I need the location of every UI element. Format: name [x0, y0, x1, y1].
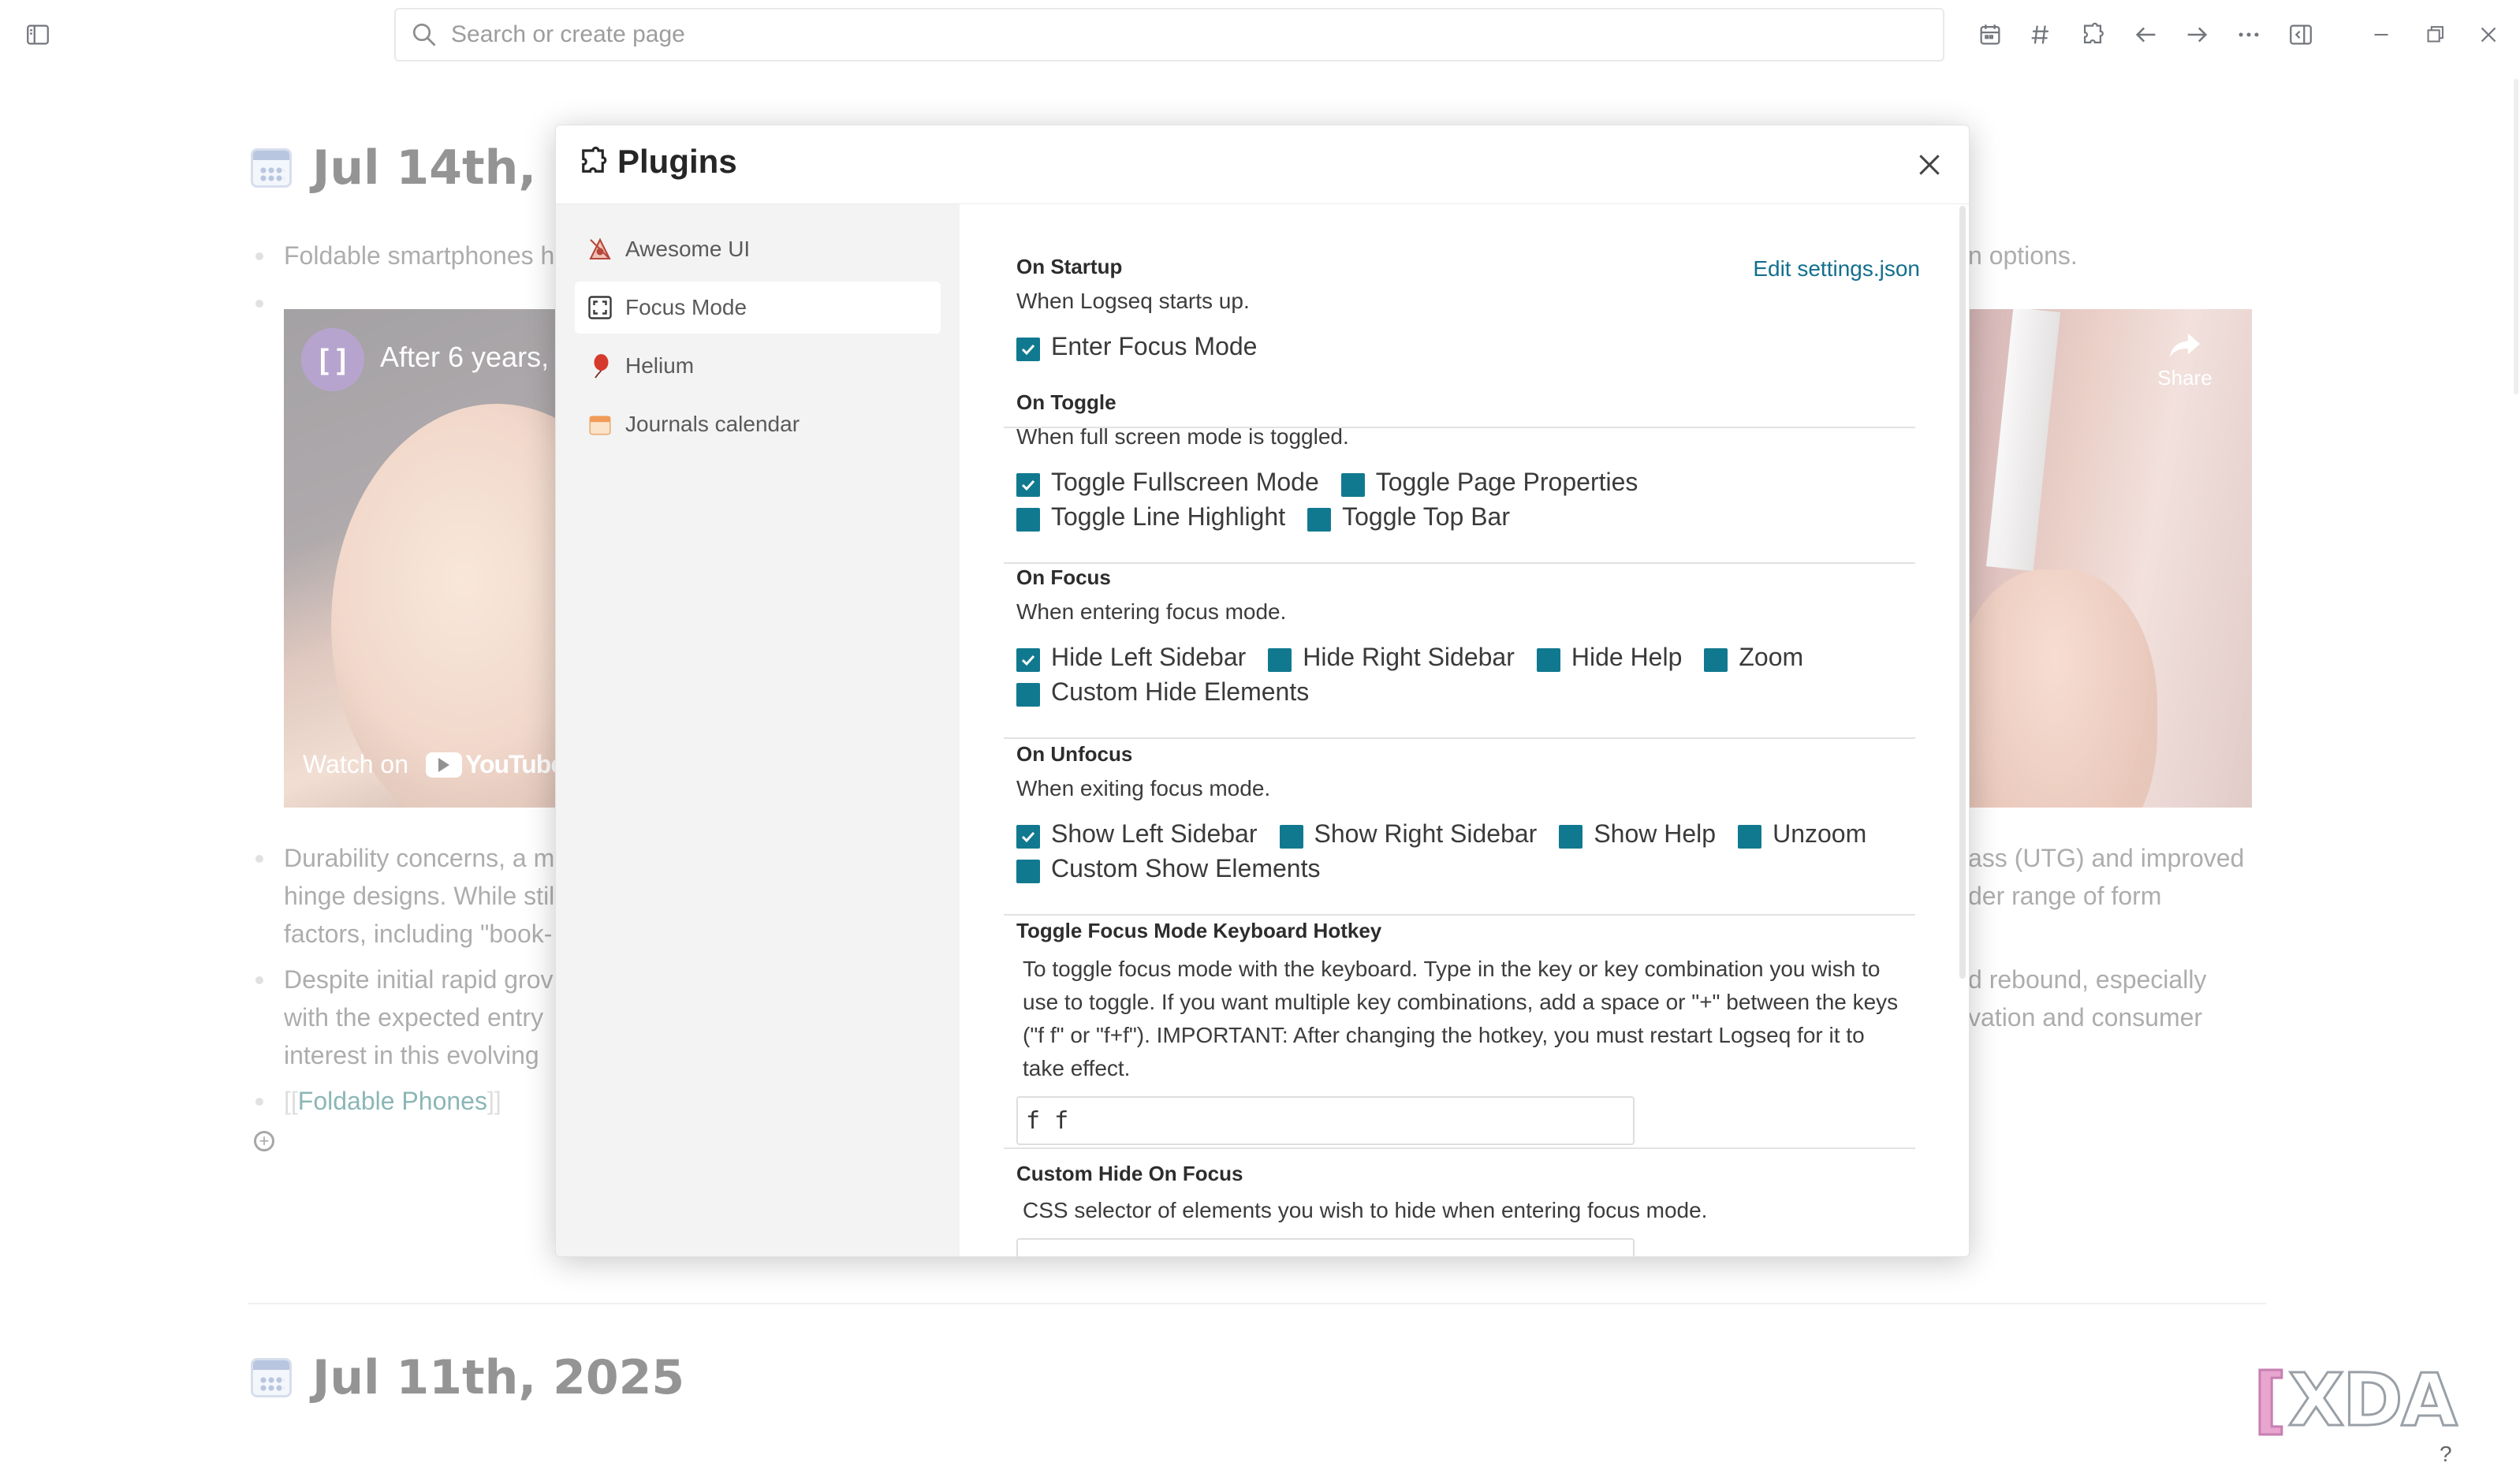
calendar-icon [584, 409, 616, 440]
sidebar-item-focus-mode[interactable]: Focus Mode [575, 282, 941, 334]
checkbox-hide-right-sidebar[interactable]: Hide Right Sidebar [1268, 642, 1515, 672]
check-icon [1021, 831, 1035, 843]
checkbox-hide-help[interactable]: Hide Help [1536, 642, 1682, 672]
section-on-focus: On Focus When entering focus mode. Hide … [1004, 565, 1915, 739]
plugin-list-sidebar: Awesome UI Focus Mode Helium Journals ca… [556, 204, 960, 1256]
balloon-icon [584, 350, 616, 382]
checkbox-toggle-fullscreen-mode[interactable]: Toggle Fullscreen Mode [1016, 467, 1319, 497]
hotkey-input[interactable] [1016, 1096, 1635, 1145]
section-description: To toggle focus mode with the keyboard. … [1023, 957, 1899, 1080]
section-description: When Logseq starts up. [1016, 289, 1250, 313]
checkbox-toggle-page-properties[interactable]: Toggle Page Properties [1340, 467, 1638, 497]
focus-frame-icon [584, 292, 616, 323]
custom-hide-input[interactable] [1016, 1238, 1635, 1256]
close-icon [1919, 155, 1940, 175]
checkbox-checked[interactable] [1016, 338, 1040, 361]
section-on-unfocus: On Unfocus When exiting focus mode. Show… [1004, 742, 1915, 916]
sidebar-item-helium[interactable]: Helium [575, 340, 941, 392]
settings-scrollbar[interactable] [1959, 206, 1966, 979]
checkbox-toggle-top-bar[interactable]: Toggle Top Bar [1307, 502, 1510, 532]
checkbox-enter-focus-mode[interactable]: Enter Focus Mode [1016, 331, 1257, 361]
plugin-settings-panel: Edit settings.json On Startup When Logse… [960, 204, 1969, 1256]
help-button[interactable]: ? [2440, 1442, 2452, 1467]
modal-header: Plugins [556, 125, 1969, 204]
checkbox-hide-left-sidebar[interactable]: Hide Left Sidebar [1016, 642, 1246, 672]
puzzle-icon [582, 146, 607, 173]
xda-watermark-logo: [XDA [2252, 1356, 2458, 1443]
close-modal-button[interactable] [1909, 144, 1950, 185]
section-custom-hide-on-focus: Custom Hide On Focus CSS selector of ele… [1016, 1162, 1915, 1256]
check-icon [1021, 655, 1035, 666]
checkbox-custom-hide-elements[interactable]: Custom Hide Elements [1016, 677, 1309, 707]
checkbox-show-help[interactable]: Show Help [1559, 819, 1716, 849]
awesome-ui-icon [584, 233, 616, 265]
sidebar-item-awesome-ui[interactable]: Awesome UI [575, 223, 941, 275]
checkbox-show-left-sidebar[interactable]: Show Left Sidebar [1016, 819, 1258, 849]
checkbox-zoom[interactable]: Zoom [1704, 642, 1803, 672]
checkbox-show-right-sidebar[interactable]: Show Right Sidebar [1279, 819, 1537, 849]
checkbox-toggle-line-highlight[interactable]: Toggle Line Highlight [1016, 502, 1285, 532]
check-icon [1021, 344, 1035, 356]
plugins-settings-modal: Plugins Awesome UI Focus Mode Helium Jou… [555, 125, 1970, 1257]
sidebar-item-journals-calendar[interactable]: Journals calendar [575, 398, 941, 450]
check-icon [1021, 479, 1035, 491]
modal-title: Plugins [576, 143, 737, 181]
section-hotkey: Toggle Focus Mode Keyboard Hotkey To tog… [1004, 919, 1915, 1149]
checkbox-unzoom[interactable]: Unzoom [1738, 819, 1866, 849]
section-title: On Startup [1016, 255, 1123, 278]
checkbox-custom-show-elements[interactable]: Custom Show Elements [1016, 853, 1320, 883]
section-on-startup: On Startup When Logseq starts up. Enter … [1004, 255, 1915, 428]
section-on-toggle: On Toggle When full screen mode is toggl… [1004, 390, 1915, 564]
